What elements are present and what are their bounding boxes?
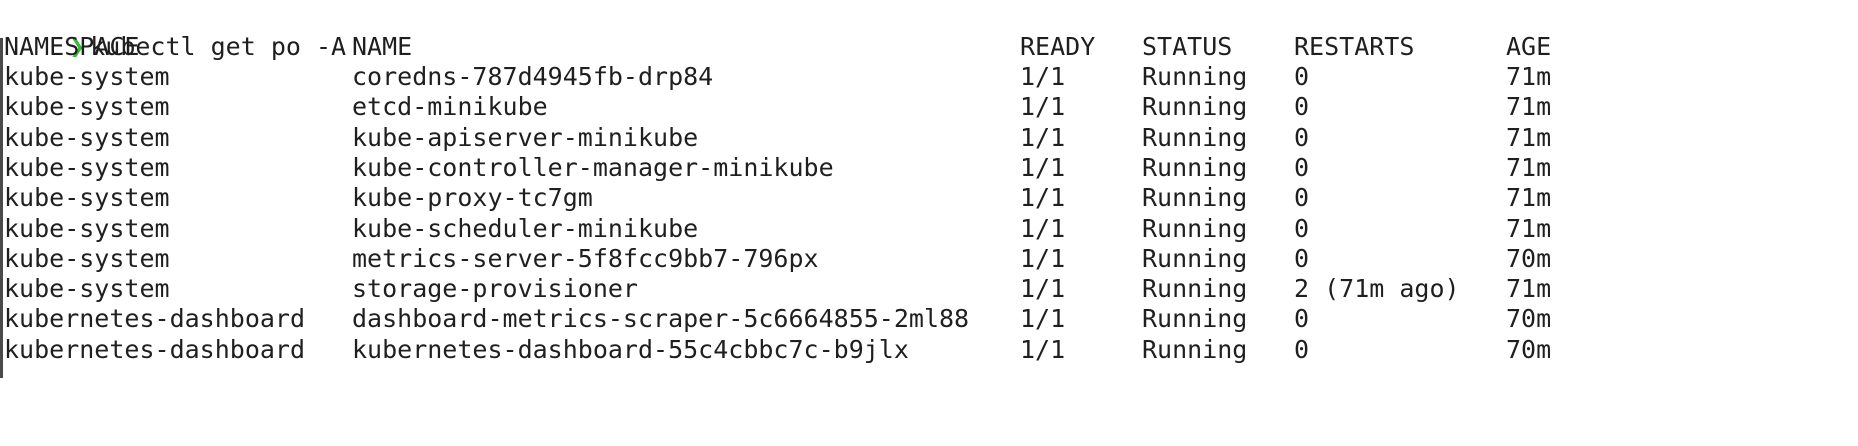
table-row: kube-system metrics-server-5f8fcc9bb7-796… xyxy=(0,244,1858,274)
cell-restarts: 0 xyxy=(1294,304,1310,334)
table-row: kubernetes-dashboard kubernetes-dashboard… xyxy=(0,335,1858,365)
cell-ready: 1/1 xyxy=(1020,183,1066,213)
cell-age: 71m xyxy=(1506,183,1552,213)
cell-restarts: 0 xyxy=(1294,213,1310,243)
cell-status: Running xyxy=(1142,304,1248,334)
cell-name: kube-proxy-tc7gm xyxy=(352,183,593,213)
table-row: kube-system kube-controller-manager-minik… xyxy=(0,153,1858,183)
cell-restarts: 2 (71m ago) xyxy=(1294,274,1460,304)
header-status: STATUS xyxy=(1142,32,1233,61)
cell-status: Running xyxy=(1142,334,1248,364)
table-row: kube-system coredns-787d4945fb-drp84 1/1 Ru… xyxy=(0,62,1858,92)
table-row: kube-system kube-apiserver-minikube 1/1 Run… xyxy=(0,123,1858,153)
cell-ready: 1/1 xyxy=(1020,334,1066,364)
cell-namespace: kube-system xyxy=(4,92,170,122)
cell-namespace: kubernetes-dashboard xyxy=(4,334,306,364)
cell-age: 70m xyxy=(1506,243,1552,273)
cell-status: Running xyxy=(1142,243,1248,273)
header-ready: READY xyxy=(1020,32,1096,61)
cell-namespace: kube-system xyxy=(4,183,170,213)
cell-status: Running xyxy=(1142,183,1248,213)
cell-name: etcd-minikube xyxy=(352,92,548,122)
cell-restarts: 0 xyxy=(1294,152,1310,182)
cell-status: Running xyxy=(1142,92,1248,122)
cell-ready: 1/1 xyxy=(1020,92,1066,122)
cell-ready: 1/1 xyxy=(1020,152,1066,182)
cell-name: storage-provisioner xyxy=(352,274,638,304)
cell-status: Running xyxy=(1142,213,1248,243)
header-restarts: RESTARTS xyxy=(1294,32,1415,61)
cell-namespace: kube-system xyxy=(4,274,170,304)
header-name: NAME xyxy=(352,32,413,61)
cell-ready: 1/1 xyxy=(1020,62,1066,91)
cell-restarts: 0 xyxy=(1294,122,1310,152)
cell-age: 70m xyxy=(1506,334,1552,364)
cell-name: metrics-server-5f8fcc9bb7-796px xyxy=(352,243,819,273)
cell-name: kube-scheduler-minikube xyxy=(352,213,699,243)
cell-age: 71m xyxy=(1506,213,1552,243)
table-row: kube-system storage-provisioner 1/1 Running… xyxy=(0,274,1858,304)
cell-namespace: kubernetes-dashboard xyxy=(4,304,306,334)
cell-restarts: 0 xyxy=(1294,334,1310,364)
cell-namespace: kube-system xyxy=(4,62,170,91)
cell-ready: 1/1 xyxy=(1020,304,1066,334)
header-age: AGE xyxy=(1506,32,1552,61)
cell-name: kubernetes-dashboard-55c4cbbc7c-b9jlx xyxy=(352,334,909,364)
terminal-window[interactable]: ❯ kubectl get po -A NAMESPACE NAME READY … xyxy=(0,0,1858,446)
header-namespace: NAMESPACE xyxy=(4,32,140,61)
cell-name: coredns-787d4945fb-drp84 xyxy=(352,62,714,91)
cell-namespace: kube-system xyxy=(4,152,170,182)
table-row: kube-system kube-proxy-tc7gm 1/1 Running 0 71… xyxy=(0,183,1858,213)
cell-ready: 1/1 xyxy=(1020,213,1066,243)
cell-name: kube-apiserver-minikube xyxy=(352,122,699,152)
prompt-line: ❯ kubectl get po -A xyxy=(4,2,346,61)
cell-age: 71m xyxy=(1506,122,1552,152)
cell-restarts: 0 xyxy=(1294,183,1310,213)
cell-age: 71m xyxy=(1506,152,1552,182)
cell-namespace: kube-system xyxy=(4,213,170,243)
cell-age: 70m xyxy=(1506,304,1552,334)
cell-status: Running xyxy=(1142,274,1248,304)
cell-status: Running xyxy=(1142,122,1248,152)
cell-namespace: kube-system xyxy=(4,243,170,273)
table-row: kube-system kube-scheduler-minikube 1/1 Run… xyxy=(0,214,1858,244)
cell-ready: 1/1 xyxy=(1020,243,1066,273)
cell-namespace: kube-system xyxy=(4,122,170,152)
table-row: kube-system etcd-minikube 1/1 Running 0 71m xyxy=(0,92,1858,122)
cell-ready: 1/1 xyxy=(1020,122,1066,152)
cell-status: Running xyxy=(1142,62,1248,91)
cell-ready: 1/1 xyxy=(1020,274,1066,304)
table-row: kubernetes-dashboard dashboard-metrics-sc… xyxy=(0,304,1858,334)
cell-restarts: 0 xyxy=(1294,92,1310,122)
cell-name: dashboard-metrics-scraper-5c6664855-2ml8… xyxy=(352,304,970,334)
cell-age: 71m xyxy=(1506,92,1552,122)
cell-age: 71m xyxy=(1506,62,1552,91)
table-header-row: NAMESPACE NAME READY STATUS RESTARTS AGE xyxy=(0,32,1858,62)
cell-status: Running xyxy=(1142,152,1248,182)
cell-restarts: 0 xyxy=(1294,243,1310,273)
cell-restarts: 0 xyxy=(1294,62,1310,91)
cell-name: kube-controller-manager-minikube xyxy=(352,152,834,182)
cell-age: 71m xyxy=(1506,274,1552,304)
